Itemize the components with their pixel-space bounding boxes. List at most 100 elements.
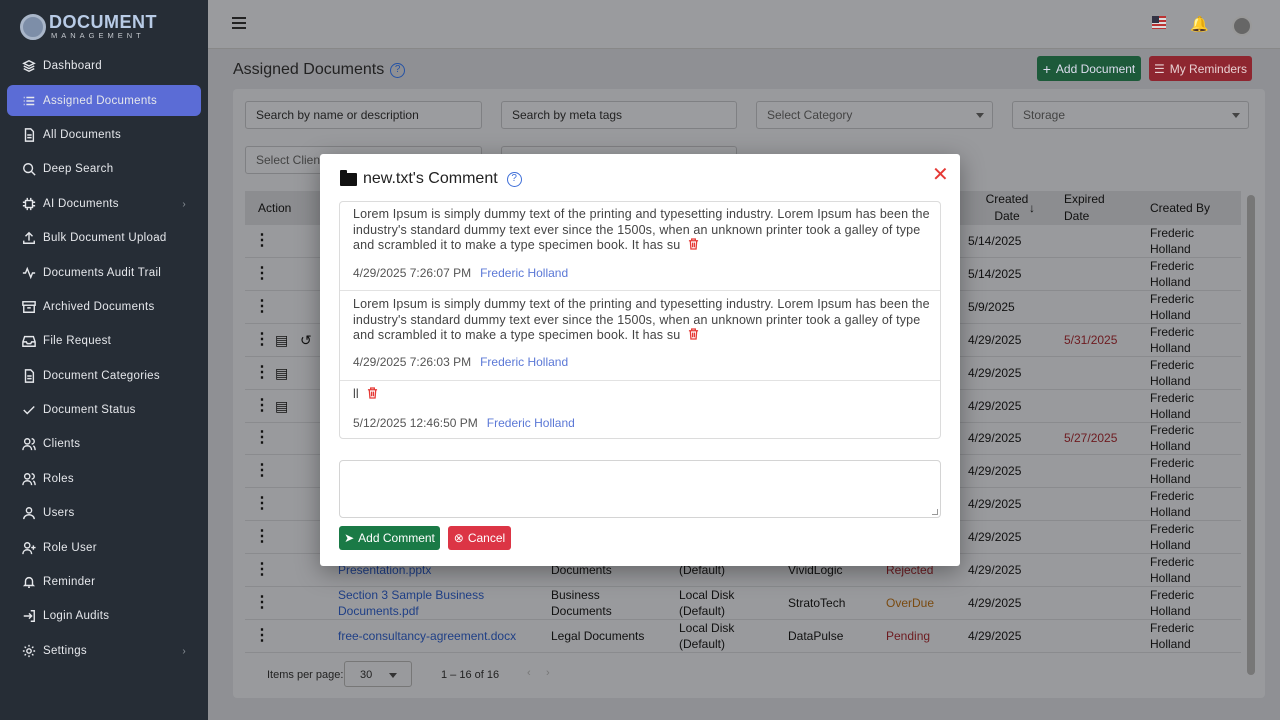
app-logo[interactable]: DOCUMENT MANAGEMENT [20, 12, 200, 44]
storage-select[interactable]: Storage [1012, 101, 1249, 129]
category-select[interactable]: Select Category [756, 101, 993, 129]
layers-icon [22, 59, 36, 73]
row-menu-icon[interactable]: ⋮ [254, 422, 270, 454]
comment-textarea[interactable] [339, 460, 941, 518]
add-document-label: Add Document [1055, 61, 1136, 76]
header-created-by[interactable]: Created By [1150, 191, 1210, 225]
sidebar-item-assigned-documents[interactable]: Assigned Documents [7, 85, 201, 117]
row-menu-icon[interactable]: ⋮ [254, 225, 270, 257]
sidebar-item-login-audits[interactable]: Login Audits [0, 599, 208, 633]
search-meta-placeholder: Search by meta tags [512, 108, 623, 122]
row-menu-icon[interactable]: ⋮ [254, 521, 270, 553]
header-created-date[interactable]: Created Date [977, 191, 1037, 225]
sidebar-item-users[interactable]: Users [0, 496, 208, 530]
row-menu-icon[interactable]: ⋮ [254, 324, 270, 356]
comment-icon[interactable]: ▤ [275, 390, 288, 422]
sort-arrow-icon[interactable]: ↓ [1029, 191, 1035, 225]
search-icon [22, 162, 36, 176]
upload-icon [22, 231, 36, 245]
my-reminders-button[interactable]: ☰ My Reminders [1149, 56, 1252, 81]
status-badge: Pending [886, 628, 931, 643]
page-size-select[interactable]: 30 [344, 661, 412, 687]
sidebar-item-roles[interactable]: Roles [0, 462, 208, 496]
cancel-button[interactable]: ⊗ Cancel [448, 526, 511, 550]
menu-toggle-icon[interactable] [232, 17, 246, 29]
help-icon[interactable]: ? [506, 171, 522, 187]
comment-icon[interactable]: ▤ [275, 357, 288, 389]
sidebar-item-ai-documents[interactable]: AI Documents › [0, 187, 208, 221]
comment-text: Lorem Ipsum is simply dummy text of the … [353, 297, 930, 342]
comment-icon[interactable]: ▤ [275, 324, 288, 356]
sidebar-item-settings[interactable]: Settings › [0, 634, 208, 668]
resize-handle-icon[interactable] [932, 509, 938, 515]
sidebar-item-all-documents[interactable]: All Documents [0, 118, 208, 152]
close-icon[interactable]: ✕ [932, 162, 949, 187]
table-scrollbar[interactable] [1247, 195, 1255, 675]
created-by: Frederic Holland [1150, 456, 1195, 487]
cancel-circle-icon: ⊗ [453, 531, 464, 545]
user-avatar[interactable] [1232, 16, 1252, 36]
search-name-input[interactable]: Search by name or description [245, 101, 482, 129]
row-menu-icon[interactable]: ⋮ [254, 488, 270, 520]
row-menu-icon[interactable]: ⋮ [254, 455, 270, 487]
sidebar-item-dashboard[interactable]: Dashboard [0, 49, 208, 83]
comment-author[interactable]: Frederic Holland [480, 355, 568, 369]
logo-subtitle: MANAGEMENT [51, 31, 145, 40]
row-menu-icon[interactable]: ⋮ [254, 620, 270, 652]
sidebar-item-archived-documents[interactable]: Archived Documents [0, 290, 208, 324]
sidebar-item-file-request[interactable]: File Request [0, 324, 208, 358]
created-by: Frederic Holland [1150, 620, 1195, 651]
sidebar-item-deep-search[interactable]: Deep Search [0, 152, 208, 186]
help-icon[interactable]: ? [390, 63, 406, 78]
created-date: 4/29/2025 [968, 332, 1022, 347]
row-menu-icon[interactable]: ⋮ [254, 554, 270, 586]
page-range: 1 – 16 of 16 [441, 669, 500, 681]
row-menu-icon[interactable]: ⋮ [254, 587, 270, 619]
delete-comment-icon[interactable] [688, 238, 699, 250]
sidebar-item-documents-audit-trail[interactable]: Documents Audit Trail [0, 255, 208, 289]
document-client: StratoTech [788, 595, 846, 610]
sidebar-item-document-categories[interactable]: Document Categories [0, 359, 208, 393]
sidebar-item-label: Assigned Documents [43, 94, 158, 107]
add-comment-button[interactable]: ➤ Add Comment [339, 526, 440, 550]
delete-comment-icon[interactable] [688, 328, 699, 340]
created-date: 4/29/2025 [968, 398, 1022, 413]
comment-meta: 5/12/2025 12:46:50 PM Frederic Holland [353, 416, 575, 430]
row-menu-icon[interactable]: ⋮ [254, 258, 270, 290]
sidebar-item-label: All Documents [43, 128, 122, 141]
row-menu-icon[interactable]: ⋮ [254, 291, 270, 323]
us-flag-icon[interactable] [1152, 16, 1166, 29]
storage-select-value: Storage [1023, 108, 1066, 122]
document-name-link[interactable]: Section 3 Sample Business Documents.pdf [338, 587, 538, 619]
add-document-button[interactable]: + Add Document [1037, 56, 1141, 81]
row-menu-icon[interactable]: ⋮ [254, 390, 270, 422]
chip-icon [22, 197, 36, 211]
client-select-value: Select Client [256, 153, 324, 167]
page-title-text: Assigned Documents [233, 61, 385, 78]
user-plus-icon [22, 541, 36, 555]
next-page-icon[interactable]: › [546, 667, 550, 679]
sidebar-item-label: Bulk Document Upload [43, 232, 167, 245]
prev-page-icon[interactable]: ‹ [527, 667, 531, 679]
header-expired-date[interactable]: Expired Date [1064, 191, 1114, 225]
notification-bell-icon[interactable]: 🔔 [1190, 15, 1209, 33]
category-select-value: Select Category [767, 108, 853, 122]
comment-author[interactable]: Frederic Holland [487, 416, 575, 430]
created-date: 5/14/2025 [968, 234, 1022, 248]
sidebar-item-document-status[interactable]: Document Status [0, 393, 208, 427]
comment-text-wrap: ll [353, 387, 933, 403]
row-menu-icon[interactable]: ⋮ [254, 357, 270, 389]
delete-comment-icon[interactable] [367, 387, 377, 399]
list-icon: ☰ [1153, 61, 1165, 76]
sidebar-item-clients[interactable]: Clients [0, 427, 208, 461]
sidebar-item-label: Deep Search [43, 163, 114, 176]
sidebar-item-role-user[interactable]: Role User [0, 530, 208, 564]
search-meta-input[interactable]: Search by meta tags [501, 101, 737, 129]
document-name-link[interactable]: free-consultancy-agreement.docx [338, 620, 538, 652]
history-icon[interactable]: ↺ [300, 324, 312, 356]
top-bar: 🔔 [208, 0, 1280, 49]
send-icon: ➤ [344, 531, 355, 545]
comment-author[interactable]: Frederic Holland [480, 266, 568, 280]
sidebar-item-reminder[interactable]: Reminder [0, 565, 208, 599]
sidebar-item-bulk-document-upload[interactable]: Bulk Document Upload [0, 221, 208, 255]
